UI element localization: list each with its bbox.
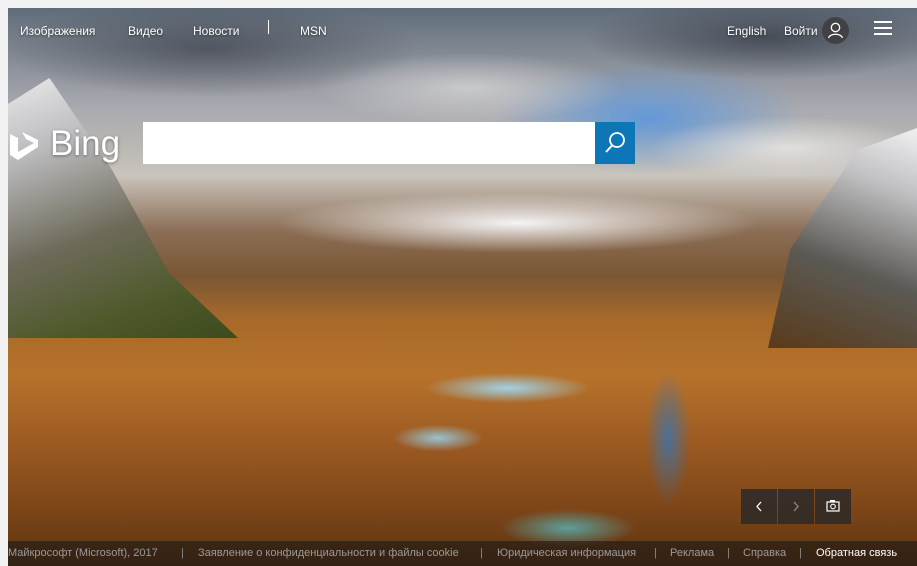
nav-separator [268,20,269,34]
footer: Майкрософт (Microsoft), 2017 | Заявление… [8,541,917,566]
footer-link-advertising[interactable]: Реклама [670,541,714,566]
bing-logo[interactable]: Bing [8,122,128,166]
nav-link-msn[interactable]: MSN [300,24,327,38]
search-button[interactable] [595,122,635,164]
bing-b-icon [10,132,38,160]
bing-homepage: Изображения Видео Новости MSN English Во… [8,8,917,566]
image-info-button[interactable] [815,489,851,524]
footer-link-privacy[interactable]: Заявление о конфиденциальности и файлы c… [198,541,459,566]
next-image-button[interactable] [778,489,814,524]
window-top-edge [0,0,917,8]
chevron-left-icon [756,501,762,512]
signin-link[interactable]: Войти [784,24,818,38]
previous-image-button[interactable] [741,489,777,524]
logo-wordmark: Bing [50,124,121,163]
nav-link-video[interactable]: Видео [128,24,163,38]
nav-link-images[interactable]: Изображения [20,24,95,38]
hamburger-icon[interactable] [874,21,892,37]
camera-icon [826,500,840,512]
footer-separator: | [181,547,184,559]
chevron-right-icon [793,501,799,512]
footer-separator: | [480,547,483,559]
user-avatar-button[interactable] [822,17,849,44]
background-river [308,328,728,566]
magnifier-icon [605,132,625,153]
footer-separator: | [799,547,802,559]
background-snow-ridge [208,178,828,258]
window-left-edge [0,0,8,566]
footer-link-help[interactable]: Справка [743,541,786,566]
top-navigation: Изображения Видео Новости MSN English Во… [8,8,917,54]
footer-separator: | [727,547,730,559]
user-icon [827,22,844,39]
footer-copyright: Майкрософт (Microsoft), 2017 [8,547,158,559]
footer-link-legal[interactable]: Юридическая информация [497,541,636,566]
language-link[interactable]: English [727,24,766,38]
search-input[interactable] [143,122,595,164]
nav-link-news[interactable]: Новости [193,24,239,38]
footer-separator: | [654,547,657,559]
footer-link-feedback[interactable]: Обратная связь [816,541,897,566]
